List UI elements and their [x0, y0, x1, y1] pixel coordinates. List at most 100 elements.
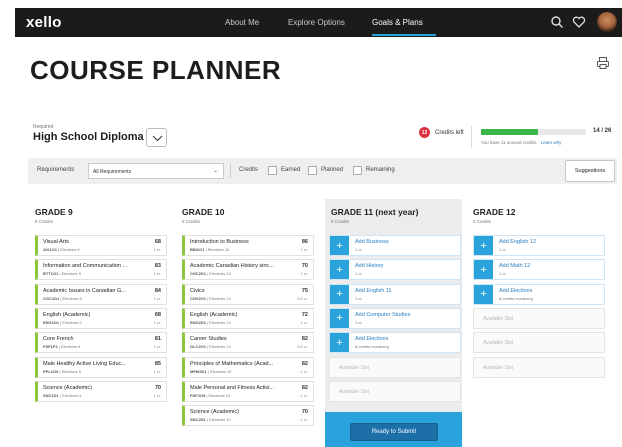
course-card[interactable]: Visual Arts AVI1O1 | Electives 9 68 1 cr. — [35, 235, 167, 256]
course-grade: 70 — [154, 384, 161, 391]
course-credit: 1 cr. — [300, 368, 308, 374]
requirements-select-value: All Requirements — [93, 169, 132, 175]
diploma-dropdown-button[interactable] — [146, 128, 167, 147]
course-name: Core French — [43, 336, 74, 343]
course-code: PAF2O9 — [190, 392, 206, 398]
available-slot[interactable]: Available Slot — [329, 356, 461, 378]
add-course-slot[interactable]: + Add Electives 8 credits remaining — [329, 332, 461, 354]
suggestions-button[interactable]: Suggestions — [565, 160, 615, 182]
course-code-line: BBI2O1 | Electives 10 — [190, 247, 230, 252]
course-name: Science (Academic) — [43, 384, 92, 391]
course-credit: 1 cr. — [153, 368, 161, 374]
course-card[interactable]: English (Academic) ENG2D1 | Electives 10 7… — [182, 307, 314, 329]
course-name: Principles of Mathematics (Acad... — [190, 360, 274, 367]
add-course-slot[interactable]: + Add History 1 cr. — [329, 259, 461, 281]
active-tab-indicator — [372, 34, 436, 36]
add-course-label: Add Business — [355, 239, 389, 245]
course-grade: 82 — [301, 336, 308, 343]
add-course-slot[interactable]: + Add Computer Studies 1 cr. — [329, 307, 461, 329]
course-card[interactable]: Academic Issues in Canadian G... CGC1D1 |… — [35, 283, 167, 305]
heart-icon[interactable] — [572, 15, 586, 29]
add-course-label: Add Electives — [355, 336, 389, 343]
available-slot-label: Available Slot — [483, 364, 514, 371]
add-course-slot[interactable]: + Add Math 12 1 cr. — [473, 259, 605, 281]
course-card[interactable]: English (Academic) ENG1D1 | Electives 9 68… — [35, 307, 167, 329]
add-course-label: Add Math 12 — [499, 263, 531, 270]
course-type: Electives 9 — [62, 319, 82, 325]
course-card[interactable]: Male Healthy Active Living Educ... PPL1O9… — [35, 356, 167, 378]
avatar[interactable] — [597, 12, 617, 32]
grade-9-credits: 8 Credits — [35, 219, 54, 224]
available-slot[interactable]: Available Slot — [473, 332, 605, 354]
learn-why-link[interactable]: Learn why — [541, 140, 562, 145]
plus-icon: + — [474, 260, 493, 280]
plus-icon: + — [330, 333, 349, 353]
course-grade: 75 — [301, 287, 308, 294]
page-title: COURSE PLANNER — [30, 55, 282, 85]
available-slot-label: Available Slot — [483, 315, 514, 322]
course-card[interactable]: Career Studies GLC2O1 | Electives 10 82 0.5… — [182, 332, 314, 354]
grade-10-credits: 8 Credits — [182, 219, 201, 224]
course-code: CGC1D1 — [43, 295, 60, 301]
grade-11-title: GRADE 11 (next year) — [331, 207, 419, 217]
course-grade: 83 — [154, 263, 161, 270]
course-card[interactable]: Civics CHV2O1 | Electives 10 75 0.5 cr. — [182, 283, 314, 305]
course-card[interactable]: Principles of Mathematics (Acad... MPM2D1… — [182, 356, 314, 378]
credits-progress-bar — [481, 129, 586, 135]
available-slot[interactable]: Available Slot — [329, 380, 461, 402]
add-course-label: Add English 11 — [355, 287, 392, 294]
add-course-label: Add Electives — [499, 287, 533, 294]
add-course-slot[interactable]: + Add Electives 8 credits remaining — [473, 283, 605, 305]
unused-credits-text: You have 11 unused credits. — [481, 140, 538, 145]
course-type: Electives 10 — [209, 319, 231, 325]
add-course-slot[interactable]: + Add English 12 1 cr. — [473, 235, 605, 256]
print-icon[interactable] — [596, 56, 610, 70]
remaining-checkbox[interactable] — [353, 166, 362, 175]
credits-progress-count: 14 / 26 — [593, 128, 612, 134]
credits-left-badge: 12 — [419, 127, 430, 138]
nav-goals-plans[interactable]: Goals & Plans — [372, 18, 423, 27]
available-slot[interactable]: Available Slot — [473, 307, 605, 329]
chevron-down-icon — [152, 135, 163, 142]
logo[interactable]: xello — [26, 14, 62, 31]
course-code-line: ENG1D1 | Electives 9 — [43, 319, 82, 325]
ready-to-submit-button[interactable]: Ready to Submit — [350, 423, 438, 441]
nav-about-me[interactable]: About Me — [225, 18, 259, 27]
available-slot[interactable]: Available Slot — [473, 356, 605, 378]
add-course-slot[interactable]: + Add English 11 1 cr. — [329, 283, 461, 305]
course-credit: 1 cr. — [153, 271, 161, 277]
course-code: FSF1P1 — [43, 344, 58, 350]
course-grade: 72 — [301, 311, 308, 318]
plus-icon: + — [474, 284, 493, 304]
diploma-name: High School Diploma — [33, 131, 144, 143]
course-code-line: FSF1P1 | Electives 9 — [43, 344, 81, 350]
requirements-select[interactable]: All Requirements ⌄ — [88, 163, 224, 179]
submit-panel: Ready to Submit — [325, 412, 462, 447]
course-card[interactable]: Science (Academic) SNC2D1 | Electives 10 7… — [182, 405, 314, 427]
planned-checkbox[interactable] — [308, 166, 317, 175]
course-card[interactable]: Information and Communication ... BTT1O1 … — [35, 259, 167, 281]
course-card[interactable]: Academic Canadian History sinc... CHC2D1 … — [182, 259, 314, 281]
course-code-line: SNC2D1 | Electives 10 — [190, 417, 231, 423]
course-code: CHC2D1 — [190, 271, 207, 277]
course-card[interactable]: Male Personal and Fitness Activi... PAF2O… — [182, 380, 314, 402]
earned-checkbox[interactable] — [268, 166, 277, 175]
course-type: Electives 10 — [208, 392, 231, 398]
course-credit: 0.5 cr. — [297, 295, 308, 301]
remaining-label: Remaining — [366, 167, 395, 173]
course-type: Electives 9 — [61, 368, 81, 374]
required-label: Required — [33, 124, 54, 130]
nav-explore-options[interactable]: Explore Options — [288, 18, 345, 27]
course-grade: 70 — [301, 409, 308, 416]
course-grade: 82 — [301, 360, 308, 367]
grade-9-title: GRADE 9 — [35, 207, 73, 217]
course-type: Electives 10 — [209, 417, 231, 423]
add-course-slot[interactable]: + Add Business 1 cr. — [329, 235, 461, 256]
course-card[interactable]: Science (Academic) SNC1D1 | Electives 9 70… — [35, 380, 167, 402]
course-card[interactable]: Introduction to Business BBI2O1 | Electiv… — [182, 235, 314, 256]
search-icon[interactable] — [550, 15, 564, 29]
course-card[interactable]: Core French FSF1P1 | Electives 9 81 1 cr. — [35, 332, 167, 354]
course-code: CHV2O1 — [190, 295, 207, 301]
course-credit: 1 cr. — [300, 319, 308, 325]
course-code-line: GLC2O1 | Electives 10 — [190, 344, 231, 350]
